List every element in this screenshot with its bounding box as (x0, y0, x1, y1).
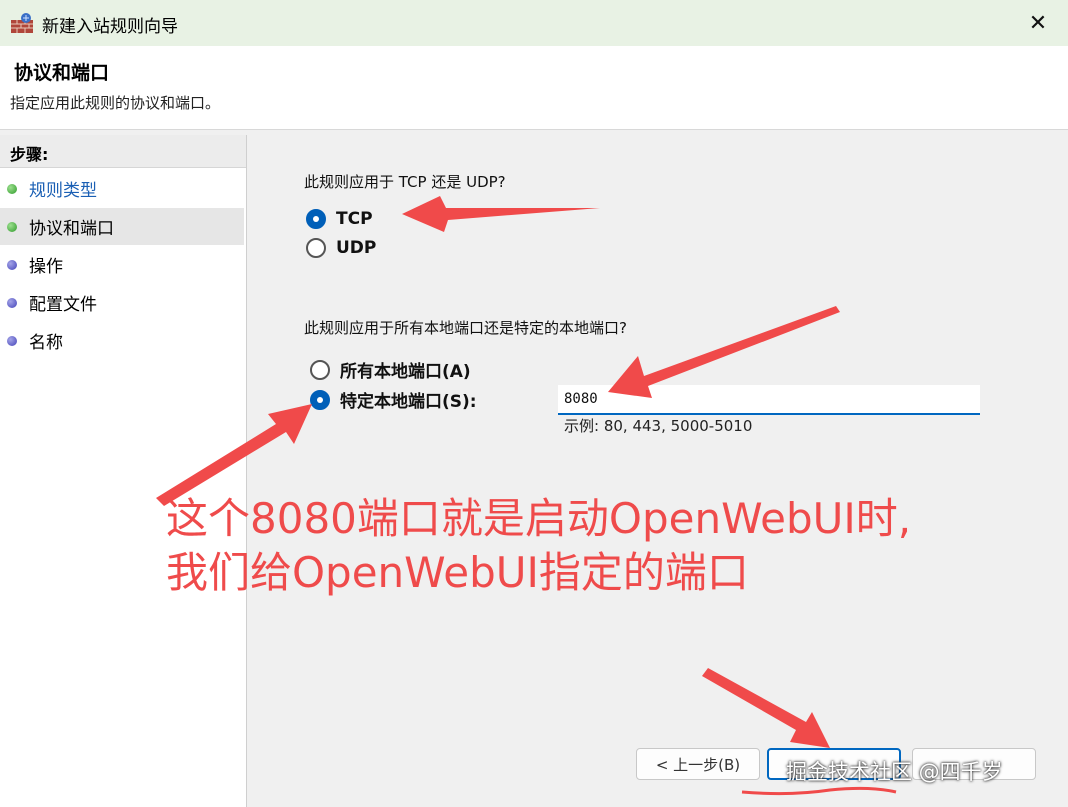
radio-specific-ports[interactable]: 特定本地端口(S): (310, 387, 477, 412)
close-button[interactable]: ✕ (1008, 0, 1068, 46)
ports-question: 此规则应用于所有本地端口还是特定的本地端口? (304, 319, 627, 337)
radio-udp[interactable]: UDP (306, 238, 376, 258)
annotation-line-2: 我们给OpenWebUI指定的端口 (166, 547, 749, 597)
step-rule-type[interactable]: 规则类型 (0, 170, 244, 207)
step-profile: 配置文件 (0, 284, 244, 321)
protocol-question: 此规则应用于 TCP 还是 UDP? (304, 173, 506, 191)
radio-label: TCP (336, 209, 373, 229)
radio-indicator (306, 238, 326, 258)
steps-header: 步骤: (0, 135, 246, 168)
page-title: 协议和端口 (14, 62, 110, 84)
port-input[interactable] (558, 385, 980, 415)
step-status-icon (7, 183, 17, 194)
radio-indicator (310, 359, 330, 380)
step-label: 协议和端口 (29, 219, 114, 239)
radio-indicator (310, 389, 330, 410)
close-icon: ✕ (1028, 10, 1048, 36)
step-protocol-ports[interactable]: 协议和端口 (0, 208, 244, 245)
step-status-icon (7, 221, 17, 232)
firewall-icon (11, 13, 33, 33)
step-label: 名称 (29, 333, 63, 353)
watermark: 掘金技术社区 @四千岁 (786, 760, 1003, 784)
step-status-icon (7, 335, 17, 346)
step-label: 配置文件 (29, 295, 97, 315)
step-status-icon (7, 297, 17, 308)
radio-indicator (306, 209, 326, 229)
page-subtitle: 指定应用此规则的协议和端口。 (10, 94, 221, 112)
radio-label: UDP (336, 238, 377, 258)
step-name: 名称 (0, 322, 244, 359)
port-example-hint: 示例: 80, 443, 5000-5010 (564, 417, 753, 435)
radio-tcp[interactable]: TCP (306, 209, 373, 229)
radio-all-ports[interactable]: 所有本地端口(A) (310, 357, 471, 382)
step-action: 操作 (0, 246, 244, 283)
wizard-content: 此规则应用于 TCP 还是 UDP? TCP UDP 此规则应用于所有本地端口还… (252, 135, 1068, 807)
back-button[interactable]: < 上一步(B) (636, 748, 760, 780)
wizard-header: 协议和端口 指定应用此规则的协议和端口。 (0, 46, 1068, 130)
steps-sidebar: 步骤: 规则类型 协议和端口 操作 配置文件 名称 (0, 135, 247, 807)
title-bar: 新建入站规则向导 ✕ (0, 0, 1068, 46)
radio-label: 所有本地端口(A) (340, 362, 471, 382)
annotation-line-1: 这个8080端口就是启动OpenWebUI时, (166, 494, 912, 543)
step-status-icon (7, 259, 17, 270)
step-label: 操作 (29, 257, 63, 277)
annotation-text: 这个8080端口就是启动OpenWebUI时, 我们给OpenWebUI指定的端… (166, 492, 1046, 600)
back-button-label: < 上一步(B) (655, 755, 741, 774)
radio-label: 特定本地端口(S): (340, 392, 477, 412)
step-label: 规则类型 (29, 181, 97, 201)
window-title: 新建入站规则向导 (42, 17, 178, 37)
